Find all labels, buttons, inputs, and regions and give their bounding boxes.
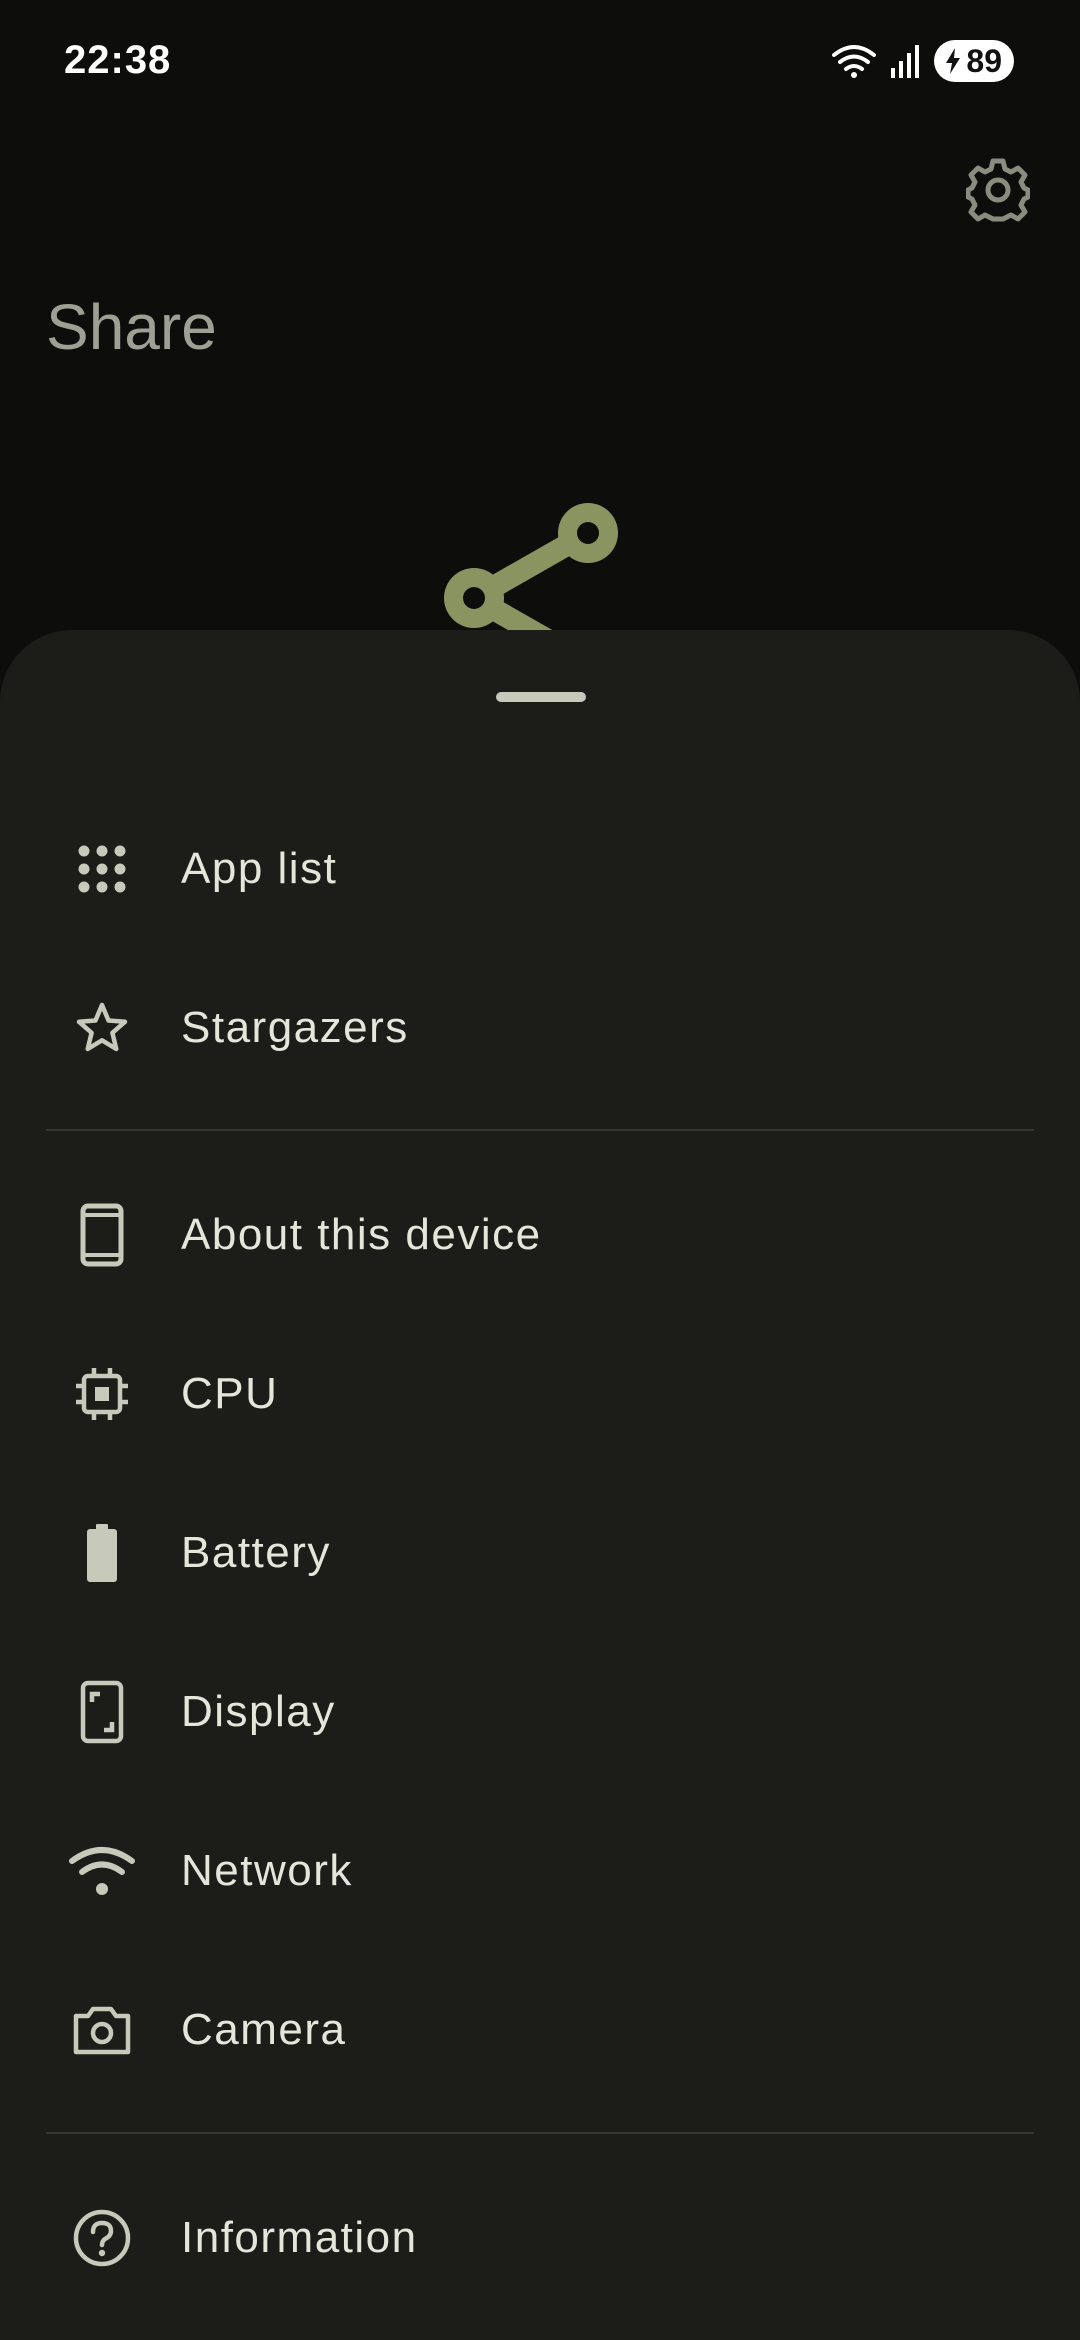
battery-indicator: 89 [934, 40, 1014, 82]
bottom-sheet: App list Stargazers About this device CP… [0, 630, 1080, 2340]
menu-item-label: About this device [181, 1210, 542, 1259]
camera-icon [60, 1988, 144, 2072]
menu-item-display[interactable]: Display [0, 1637, 1080, 1787]
menu-item-network[interactable]: Network [0, 1796, 1080, 1946]
screen: 22:38 89 Share App list Stargazers About… [0, 0, 1080, 2340]
menu-item-cpu[interactable]: CPU [0, 1319, 1080, 1469]
help-icon [60, 2196, 144, 2280]
status-time: 22:38 [64, 38, 172, 82]
gear-icon [966, 158, 1030, 222]
drag-handle[interactable] [496, 692, 586, 702]
cell-signal-icon [890, 44, 920, 78]
chip-icon [60, 1352, 144, 1436]
star-icon [60, 986, 144, 1070]
menu-item-label: Network [181, 1846, 353, 1895]
menu-item-label: Camera [181, 2005, 347, 2054]
wifi-icon [60, 1829, 144, 1913]
battery-level: 89 [966, 42, 1002, 79]
app-grid-icon [60, 827, 144, 911]
menu-item-information[interactable]: Information [0, 2163, 1080, 2313]
share-icon [440, 500, 620, 640]
menu-item-label: Display [181, 1687, 336, 1736]
page-title: Share [46, 291, 217, 363]
menu-item-label: CPU [181, 1369, 279, 1418]
menu-item-camera[interactable]: Camera [0, 1955, 1080, 2105]
settings-button[interactable] [966, 158, 1030, 222]
menu-item-about-device[interactable]: About this device [0, 1160, 1080, 1310]
menu-item-battery[interactable]: Battery [0, 1478, 1080, 1628]
battery-icon [60, 1511, 144, 1595]
menu-item-stargazers[interactable]: Stargazers [0, 953, 1080, 1103]
status-icons: 89 [832, 40, 1014, 82]
menu-item-label: Battery [181, 1528, 331, 1577]
display-icon [60, 1670, 144, 1754]
menu-item-label: Information [181, 2213, 418, 2262]
menu-item-app-list[interactable]: App list [0, 794, 1080, 944]
divider [46, 1129, 1034, 1131]
phone-icon [60, 1193, 144, 1277]
divider [46, 2132, 1034, 2134]
menu-item-label: Stargazers [181, 1003, 409, 1052]
wifi-icon [832, 43, 877, 79]
bolt-icon [944, 47, 962, 75]
menu-item-label: App list [181, 844, 338, 893]
